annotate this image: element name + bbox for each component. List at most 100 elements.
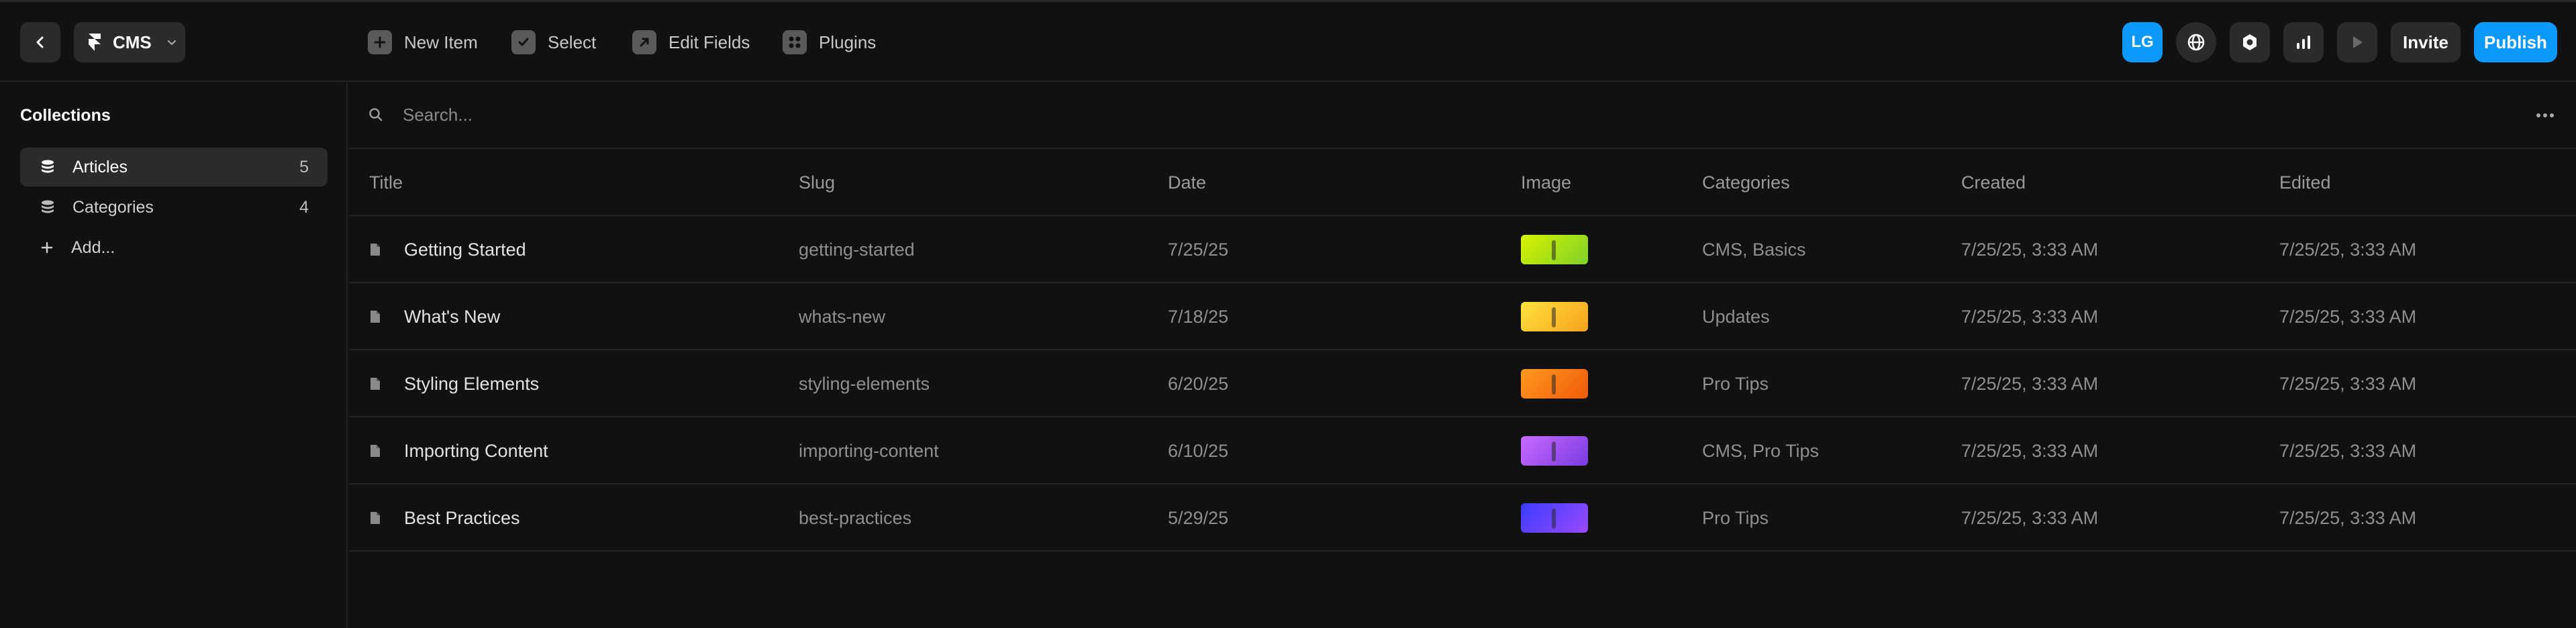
sidebar-title: Collections [20,106,111,125]
globe-icon [2187,34,2205,51]
more-horizontal-icon [2536,113,2554,117]
analytics-icon [2297,36,2310,49]
column-header-date[interactable]: Date [1168,149,1206,216]
project-name: CMS [113,32,152,52]
row-categories: CMS, Basics [1702,239,1806,260]
table-row[interactable]: Getting Started getting-started 7/25/25 … [349,216,2576,283]
row-slug: styling-elements [799,373,930,394]
item-count: 4 [299,197,309,217]
column-header-categories[interactable]: Categories [1702,149,1790,216]
table-header: Title Slug Date Image Categories Created… [349,149,2576,216]
row-image-thumbnail [1521,302,1588,331]
row-categories: CMS, Pro Tips [1702,440,1820,461]
file-icon [370,445,380,457]
user-avatar[interactable]: LG [2122,22,2163,62]
edit-fields-label: Edit Fields [668,32,750,52]
more-options-button[interactable] [2532,105,2559,126]
select-label: Select [548,32,597,52]
edit-fields-button[interactable]: Edit Fields [632,29,750,56]
collection-table-area: Title Slug Date Image Categories Created… [349,82,2576,628]
table-row[interactable]: Styling Elements styling-elements 6/20/2… [349,350,2576,417]
analytics-button[interactable] [2283,22,2324,62]
row-slug: importing-content [799,440,939,461]
preview-button[interactable] [2337,22,2377,62]
table-row[interactable]: Best Practices best-practices 5/29/25 Pr… [349,484,2576,552]
row-image-thumbnail [1521,235,1588,264]
column-header-image[interactable]: Image [1521,149,1571,216]
back-button[interactable] [20,22,60,62]
avatar-initials: LG [2131,33,2154,51]
row-title: Importing Content [404,440,548,461]
row-title: Best Practices [404,507,520,528]
database-icon [42,200,54,213]
project-switcher[interactable]: CMS [74,22,185,62]
plus-square-icon [368,30,392,54]
framer-logo-icon [89,34,101,51]
row-date: 7/25/25 [1168,239,1229,260]
new-item-button[interactable]: New Item [368,29,478,56]
search-input[interactable] [403,104,1342,125]
row-categories: Pro Tips [1702,373,1769,394]
file-icon [370,311,380,323]
edit-arrow-icon [632,30,656,54]
column-header-title[interactable]: Title [369,149,403,216]
row-slug: best-practices [799,507,912,528]
invite-button[interactable]: Invite [2391,22,2461,62]
publish-label: Publish [2484,32,2547,52]
row-date: 6/10/25 [1168,440,1229,461]
row-edited: 7/25/25, 3:33 AM [2279,373,2417,394]
table-row[interactable]: What's New whats-new 7/18/25 Updates 7/2… [349,283,2576,350]
row-edited: 7/25/25, 3:33 AM [2279,306,2417,327]
row-date: 6/20/25 [1168,373,1229,394]
row-categories: Pro Tips [1702,507,1769,528]
search-icon [369,108,383,121]
file-icon [370,244,380,256]
search-bar [349,82,2576,149]
row-image-thumbnail [1521,436,1588,466]
play-icon [2353,36,2363,48]
select-button[interactable]: Select [511,29,596,56]
row-title: Getting Started [404,239,526,260]
row-created: 7/25/25, 3:33 AM [1961,507,2099,528]
new-item-label: New Item [404,32,478,52]
row-edited: 7/25/25, 3:33 AM [2279,440,2417,461]
column-header-slug[interactable]: Slug [799,149,835,216]
row-title: Styling Elements [404,373,540,394]
table-row[interactable]: Importing Content importing-content 6/10… [349,417,2576,484]
database-icon [42,160,54,173]
plus-icon [41,242,53,254]
sidebar-item-categories[interactable]: Categories 4 [20,188,328,227]
row-image-thumbnail [1521,503,1588,533]
row-categories: Updates [1702,306,1770,327]
collections-sidebar: Collections Articles 5 Categories 4 Add.… [0,82,348,628]
row-image-thumbnail [1521,369,1588,399]
column-header-created[interactable]: Created [1961,149,2026,216]
invite-label: Invite [2403,32,2448,52]
row-slug: whats-new [799,306,886,327]
file-icon [370,378,380,390]
row-edited: 7/25/25, 3:33 AM [2279,239,2417,260]
settings-hex-icon [2243,34,2257,50]
plugins-button[interactable]: Plugins [783,29,876,56]
settings-button[interactable] [2230,22,2270,62]
row-created: 7/25/25, 3:33 AM [1961,440,2099,461]
add-collection-button[interactable]: Add... [20,228,328,267]
row-date: 5/29/25 [1168,507,1229,528]
row-slug: getting-started [799,239,915,260]
row-title: What's New [404,306,501,327]
row-created: 7/25/25, 3:33 AM [1961,373,2099,394]
top-toolbar: CMS New Item Select Edit Fields Plugins … [0,0,2576,82]
row-edited: 7/25/25, 3:33 AM [2279,507,2417,528]
publish-button[interactable]: Publish [2474,22,2557,62]
item-count: 5 [299,157,309,176]
row-created: 7/25/25, 3:33 AM [1961,306,2099,327]
check-square-icon [511,30,536,54]
column-header-edited[interactable]: Edited [2279,149,2331,216]
sidebar-item-articles[interactable]: Articles 5 [20,148,328,187]
plugins-grid-icon [783,30,807,54]
add-label: Add... [71,238,115,257]
row-date: 7/18/25 [1168,306,1229,327]
file-icon [370,512,380,524]
plugins-label: Plugins [819,32,877,52]
site-settings-button[interactable] [2176,22,2216,62]
